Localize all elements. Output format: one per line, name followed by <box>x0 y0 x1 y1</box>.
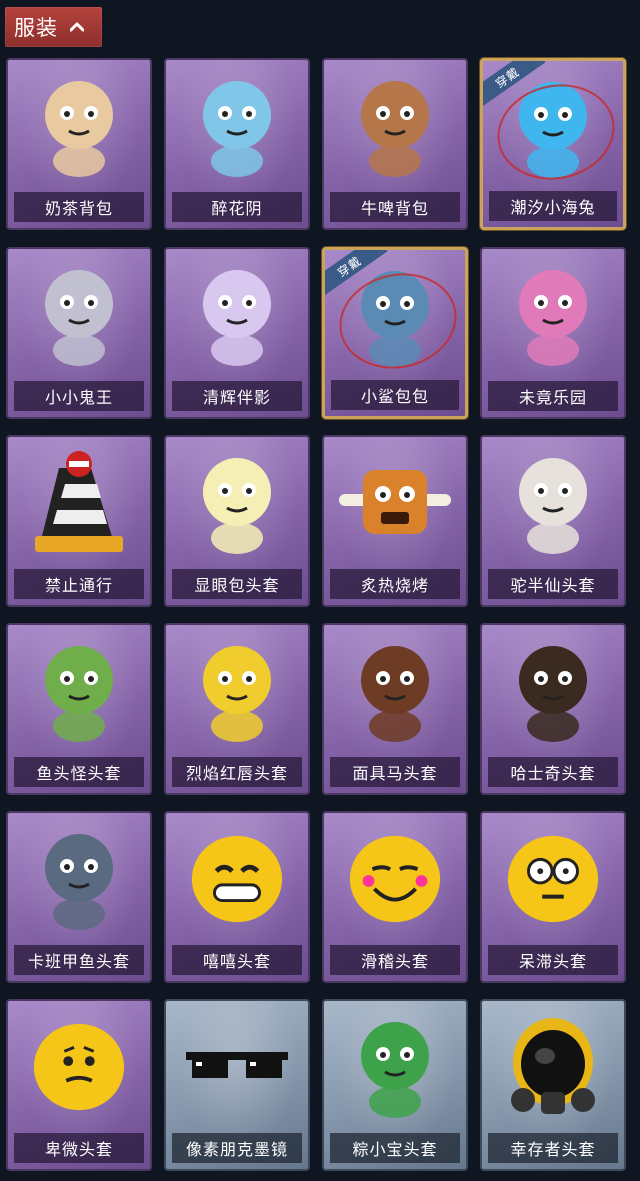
yellow-mask-head-icon <box>166 625 308 757</box>
costume-card[interactable]: 滑稽头套 <box>322 811 468 983</box>
costume-name: 粽小宝头套 <box>352 1140 438 1159</box>
costume-name: 清辉伴影 <box>202 388 271 407</box>
costume-card[interactable]: 牛啤背包 <box>322 58 468 230</box>
bbq-meat-icon <box>324 437 466 569</box>
costume-label-bar: 滑稽头套 <box>330 945 460 975</box>
cow-beer-backpack-icon <box>324 60 466 192</box>
dreamcatcher-icon <box>166 60 308 192</box>
costume-card[interactable]: 鱼头怪头套 <box>6 623 152 795</box>
costume-label-bar: 烈焰红唇头套 <box>172 757 302 787</box>
pixel-sunglasses-icon <box>166 1001 308 1133</box>
costume-label-bar: 呆滞头套 <box>488 945 618 975</box>
costume-name: 醉花阴 <box>211 199 263 218</box>
costume-label-bar: 小鲨包包 <box>331 380 459 410</box>
costume-label-bar: 粽小宝头套 <box>330 1133 460 1163</box>
costume-label-bar: 醉花阴 <box>172 192 302 222</box>
zongzi-head-icon <box>324 1001 466 1133</box>
chevron-up-icon <box>68 18 86 36</box>
costume-label-bar: 面具马头套 <box>330 757 460 787</box>
costume-card[interactable]: 烈焰红唇头套 <box>164 623 310 795</box>
costume-name: 鱼头怪头套 <box>36 764 122 783</box>
costume-card[interactable]: 炙热烧烤 <box>322 435 468 607</box>
costume-name: 未竟乐园 <box>518 388 587 407</box>
fish-head-icon <box>8 625 150 757</box>
bear-sunglasses-head-icon <box>482 437 624 569</box>
costume-card[interactable]: 面具马头套 <box>322 623 468 795</box>
costume-name: 卑微头套 <box>44 1140 113 1159</box>
costume-label-bar: 奶茶背包 <box>14 192 144 222</box>
costume-card[interactable]: 嘻嘻头套 <box>164 811 310 983</box>
costume-card[interactable]: 驼半仙头套 <box>480 435 626 607</box>
costume-label-bar: 鱼头怪头套 <box>14 757 144 787</box>
horse-mask-icon <box>324 625 466 757</box>
costume-card[interactable]: 卑微头套 <box>6 999 152 1171</box>
costume-card[interactable]: 像素朋克墨镜 <box>164 999 310 1171</box>
costume-card[interactable]: 穿戴 小鲨包包 <box>322 247 468 419</box>
costume-label-bar: 像素朋克墨镜 <box>172 1133 302 1163</box>
grin-emoji-head-icon <box>166 813 308 945</box>
costume-label-bar: 显眼包头套 <box>172 569 302 599</box>
costume-name: 牛啤背包 <box>360 199 429 218</box>
costume-card[interactable]: 粽小宝头套 <box>322 999 468 1171</box>
ghost-king-icon <box>8 249 150 381</box>
costume-card[interactable]: 卡班甲鱼头套 <box>6 811 152 983</box>
costume-label-bar: 牛啤背包 <box>330 192 460 222</box>
husky-head-icon <box>482 625 624 757</box>
costume-name: 奶茶背包 <box>44 199 113 218</box>
costume-name: 幸存者头套 <box>510 1140 596 1159</box>
costume-label-bar: 哈士奇头套 <box>488 757 618 787</box>
costume-name: 面具马头套 <box>352 764 438 783</box>
costume-card[interactable]: 小小鬼王 <box>6 247 152 419</box>
costume-name: 呆滞头套 <box>518 952 587 971</box>
costume-name: 潮汐小海兔 <box>510 198 596 217</box>
costume-card[interactable]: 穿戴 潮汐小海兔 <box>480 58 626 230</box>
costume-name: 滑稽头套 <box>360 952 429 971</box>
moon-companion-icon <box>166 249 308 381</box>
costume-name: 哈士奇头套 <box>510 764 596 783</box>
costume-card[interactable]: 未竟乐园 <box>480 247 626 419</box>
humble-emoji-head-icon <box>8 1001 150 1133</box>
costume-name: 烈焰红唇头套 <box>185 764 288 783</box>
lightbulb-head-icon <box>166 437 308 569</box>
costume-label-bar: 驼半仙头套 <box>488 569 618 599</box>
costume-tab-header[interactable]: 服装 <box>5 7 102 47</box>
paradise-girl-icon <box>482 249 624 381</box>
stunned-emoji-head-icon <box>482 813 624 945</box>
costume-name: 小小鬼王 <box>44 388 113 407</box>
costume-label-bar: 潮汐小海兔 <box>489 191 617 221</box>
no-entry-cone-icon <box>8 437 150 569</box>
funny-emoji-head-icon <box>324 813 466 945</box>
costume-name: 卡班甲鱼头套 <box>27 952 130 971</box>
costume-label-bar: 嘻嘻头套 <box>172 945 302 975</box>
costume-name: 像素朋克墨镜 <box>185 1140 288 1159</box>
costume-card[interactable]: 醉花阴 <box>164 58 310 230</box>
costume-name: 驼半仙头套 <box>510 576 596 595</box>
turtle-head-icon <box>8 813 150 945</box>
costume-card[interactable]: 哈士奇头套 <box>480 623 626 795</box>
costume-label-bar: 清辉伴影 <box>172 381 302 411</box>
milk-tea-backpack-icon <box>8 60 150 192</box>
costume-label-bar: 幸存者头套 <box>488 1133 618 1163</box>
costume-card[interactable]: 显眼包头套 <box>164 435 310 607</box>
costume-label-bar: 小小鬼王 <box>14 381 144 411</box>
gas-mask-helmet-icon <box>482 1001 624 1133</box>
costume-card[interactable]: 禁止通行 <box>6 435 152 607</box>
costume-name: 显眼包头套 <box>194 576 280 595</box>
costume-tab-title: 服装 <box>14 16 58 40</box>
costume-label-bar: 未竟乐园 <box>488 381 618 411</box>
costume-card[interactable]: 呆滞头套 <box>480 811 626 983</box>
costume-card[interactable]: 奶茶背包 <box>6 58 152 230</box>
costume-label-bar: 卡班甲鱼头套 <box>14 945 144 975</box>
costume-name: 嘻嘻头套 <box>202 952 271 971</box>
costume-name: 炙热烧烤 <box>360 576 429 595</box>
costume-card[interactable]: 清辉伴影 <box>164 247 310 419</box>
costume-label-bar: 禁止通行 <box>14 569 144 599</box>
costume-name: 禁止通行 <box>44 576 113 595</box>
costume-label-bar: 炙热烧烤 <box>330 569 460 599</box>
costume-card[interactable]: 幸存者头套 <box>480 999 626 1171</box>
costume-name: 小鲨包包 <box>360 387 429 406</box>
costume-label-bar: 卑微头套 <box>14 1133 144 1163</box>
